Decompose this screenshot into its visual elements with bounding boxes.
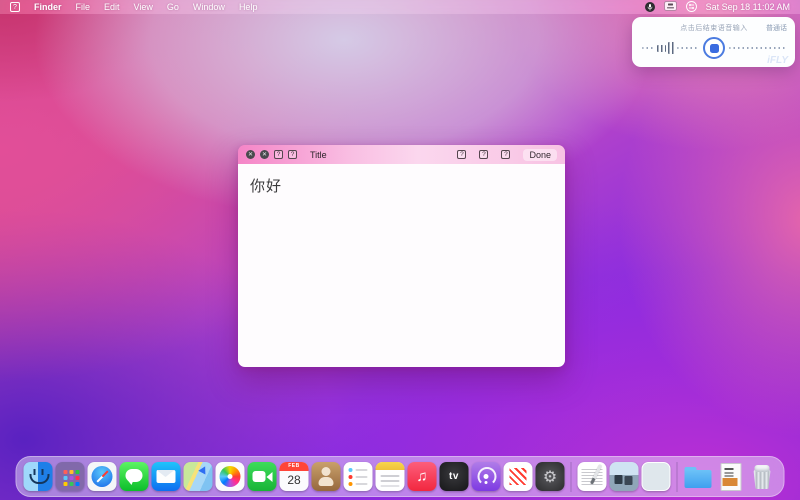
waveform-dots-right: [729, 47, 785, 49]
toolbar-icon-placeholder-2[interactable]: ?: [288, 150, 297, 159]
dock: FEB 28 ♫ tv ⚙: [16, 456, 785, 497]
dock-news[interactable]: [504, 462, 533, 491]
menubar-status-area: Sat Sep 18 11:02 AM: [645, 1, 790, 14]
menu-edit[interactable]: Edit: [104, 2, 120, 12]
dictation-popup: 点击后结束语音输入 普通话 iFLY: [632, 17, 795, 67]
music-note-icon: ♫: [416, 468, 427, 485]
dock-trash[interactable]: [748, 462, 777, 491]
menu-go[interactable]: Go: [167, 2, 179, 12]
tv-logo: tv: [449, 471, 459, 482]
window-titlebar[interactable]: ✕ ✕ ? ? Title ? ? ? Done: [238, 145, 565, 164]
stop-icon: [710, 44, 719, 53]
dock-system-preferences[interactable]: ⚙: [536, 462, 565, 491]
toolbar-icon-placeholder-3[interactable]: ?: [457, 150, 466, 159]
dock-downloads-folder[interactable]: [684, 462, 713, 491]
dictation-hint: 点击后结束语音输入: [640, 23, 766, 33]
gear-icon: ⚙: [543, 467, 557, 487]
dock-music[interactable]: ♫: [408, 462, 437, 491]
menu-view[interactable]: View: [134, 2, 153, 12]
record-button-1[interactable]: ✕: [246, 150, 255, 159]
dock-divider-1: [571, 462, 572, 492]
dock-notes[interactable]: [376, 462, 405, 491]
dock-safari[interactable]: [88, 462, 117, 491]
dictation-mic-icon[interactable]: [645, 2, 655, 12]
dictation-language[interactable]: 普通话: [766, 23, 787, 33]
dock-messages[interactable]: [120, 462, 149, 491]
menu-finder[interactable]: Finder: [34, 2, 62, 12]
waveform-dots-left: [642, 47, 655, 49]
waveform-bars-tall: [668, 42, 675, 54]
calendar-month: FEB: [280, 462, 309, 471]
window-title: Title: [310, 150, 327, 160]
toolbar-icon-placeholder-4[interactable]: ?: [479, 150, 488, 159]
dock-divider-2: [677, 462, 678, 492]
dock-screenshot-preview[interactable]: [610, 462, 639, 491]
waveform-bars-medium: [657, 45, 666, 52]
dock-podcasts[interactable]: [472, 462, 501, 491]
dock-calendar[interactable]: FEB 28: [280, 462, 309, 491]
dock-launchpad[interactable]: [56, 462, 85, 491]
calendar-day: 28: [280, 471, 309, 491]
mic-glyph: [647, 4, 653, 11]
toolbar-icon-placeholder-1[interactable]: ?: [274, 150, 283, 159]
dictation-header: 点击后结束语音输入 普通话: [640, 23, 787, 33]
dock-document[interactable]: [716, 462, 745, 491]
menu-window[interactable]: Window: [193, 2, 225, 12]
done-button[interactable]: Done: [523, 149, 557, 161]
dock-mail[interactable]: [152, 462, 181, 491]
record-button-2[interactable]: ✕: [260, 150, 269, 159]
menubar-clock[interactable]: Sat Sep 18 11:02 AM: [706, 2, 790, 12]
desktop: ? Finder File Edit View Go Window Help S…: [0, 0, 800, 500]
input-source-icon[interactable]: [664, 1, 677, 13]
dock-facetime[interactable]: [248, 462, 277, 491]
iflytek-watermark: iFLY: [767, 55, 788, 66]
toolbar-icon-placeholder-5[interactable]: ?: [501, 150, 510, 159]
dock-reminders[interactable]: [344, 462, 373, 491]
text-content-area[interactable]: 你好: [238, 164, 565, 367]
waveform-dots-mid: [677, 47, 699, 49]
control-center-icon[interactable]: [686, 1, 697, 14]
menu-file[interactable]: File: [76, 2, 91, 12]
dock-blank-app[interactable]: [642, 462, 671, 491]
dock-finder[interactable]: [24, 462, 53, 491]
menu-bar: ? Finder File Edit View Go Window Help S…: [0, 0, 800, 14]
menu-help[interactable]: Help: [239, 2, 258, 12]
control-center-glyph: [686, 1, 697, 12]
dictation-waveform: [640, 37, 787, 59]
apple-menu-icon[interactable]: ?: [10, 2, 20, 12]
dock-textedit[interactable]: [578, 462, 607, 491]
dock-tv[interactable]: tv: [440, 462, 469, 491]
app-window: ✕ ✕ ? ? Title ? ? ? Done 你好: [238, 145, 565, 367]
dock-maps[interactable]: [184, 462, 213, 491]
typed-text: 你好: [250, 178, 282, 195]
dock-photos[interactable]: [216, 462, 245, 491]
stop-dictation-button[interactable]: [703, 37, 725, 59]
keyboard-glyph: [664, 1, 677, 11]
titlebar-right-group: ? ? ? Done: [457, 149, 557, 161]
dock-contacts[interactable]: [312, 462, 341, 491]
